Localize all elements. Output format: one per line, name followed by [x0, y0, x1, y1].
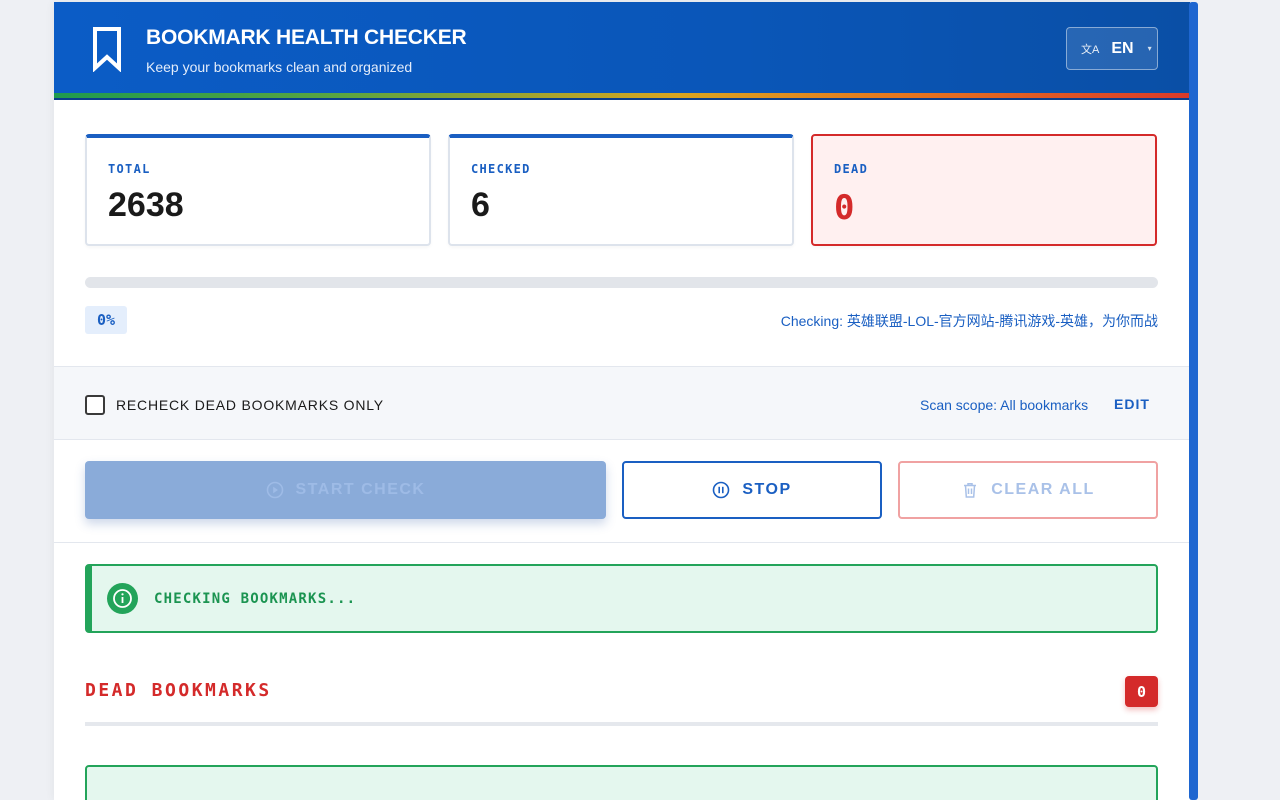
dead-bookmarks-list: [85, 765, 1158, 800]
header-divider: [54, 98, 1190, 100]
scan-scope-text: Scan scope: All bookmarks: [920, 397, 1089, 413]
dead-bookmarks-count-badge: 0: [1125, 676, 1158, 707]
section-divider: [54, 542, 1190, 543]
translate-icon: 文A: [1081, 43, 1100, 56]
recheck-dead-label[interactable]: RECHECK DEAD BOOKMARKS ONLY: [116, 397, 384, 413]
stat-value-checked: 6: [471, 186, 490, 224]
app-subtitle: Keep your bookmarks clean and organized: [146, 59, 413, 75]
stat-value-dead: 0: [834, 188, 855, 228]
trash-icon: [964, 483, 977, 498]
stop-label: STOP: [742, 481, 792, 498]
language-selector[interactable]: 文A EN ▾: [1066, 27, 1158, 70]
status-message: CHECKING BOOKMARKS...: [154, 591, 357, 607]
scrollbar[interactable]: [1189, 2, 1198, 800]
stat-label-dead: DEAD: [834, 162, 869, 176]
start-check-label: START CHECK: [295, 481, 426, 498]
stat-card-dead: DEAD 0: [811, 134, 1157, 246]
status-message-box: CHECKING BOOKMARKS...: [85, 564, 1158, 633]
stat-label-total: TOTAL: [108, 162, 151, 176]
stat-card-checked: CHECKED 6: [448, 134, 794, 246]
stat-card-total: TOTAL 2638: [85, 134, 431, 246]
progress-bar: [85, 277, 1158, 288]
info-icon: [107, 583, 138, 614]
bookmark-icon: [93, 27, 121, 72]
pause-circle-icon: [713, 481, 730, 499]
options-row: RECHECK DEAD BOOKMARKS ONLY Scan scope: …: [54, 366, 1190, 440]
progress-percent: 0%: [85, 306, 127, 334]
dead-bookmarks-title: DEAD BOOKMARKS: [85, 680, 272, 701]
stat-label-checked: CHECKED: [471, 162, 531, 176]
dead-bookmarks-divider: [85, 722, 1158, 726]
checking-status-text: Checking: 英雄联盟-LOL-官方网站-腾讯游戏-英雄，为你而战: [780, 313, 1158, 329]
stat-value-total: 2638: [108, 186, 184, 224]
main-panel: BOOKMARK HEALTH CHECKER Keep your bookma…: [54, 2, 1190, 800]
play-circle-icon: [266, 481, 283, 499]
clear-all-button[interactable]: CLEAR ALL: [898, 461, 1158, 519]
recheck-dead-checkbox[interactable]: [85, 395, 105, 415]
chevron-down-icon: ▾: [1147, 44, 1152, 53]
clear-all-label: CLEAR ALL: [991, 481, 1095, 498]
edit-scope-button[interactable]: EDIT: [1114, 396, 1150, 412]
language-label: EN: [1111, 39, 1134, 57]
start-check-button[interactable]: START CHECK: [85, 461, 606, 519]
app-title: BOOKMARK HEALTH CHECKER: [146, 26, 467, 49]
app-header: BOOKMARK HEALTH CHECKER Keep your bookma…: [54, 2, 1190, 100]
stop-button[interactable]: STOP: [622, 461, 882, 519]
